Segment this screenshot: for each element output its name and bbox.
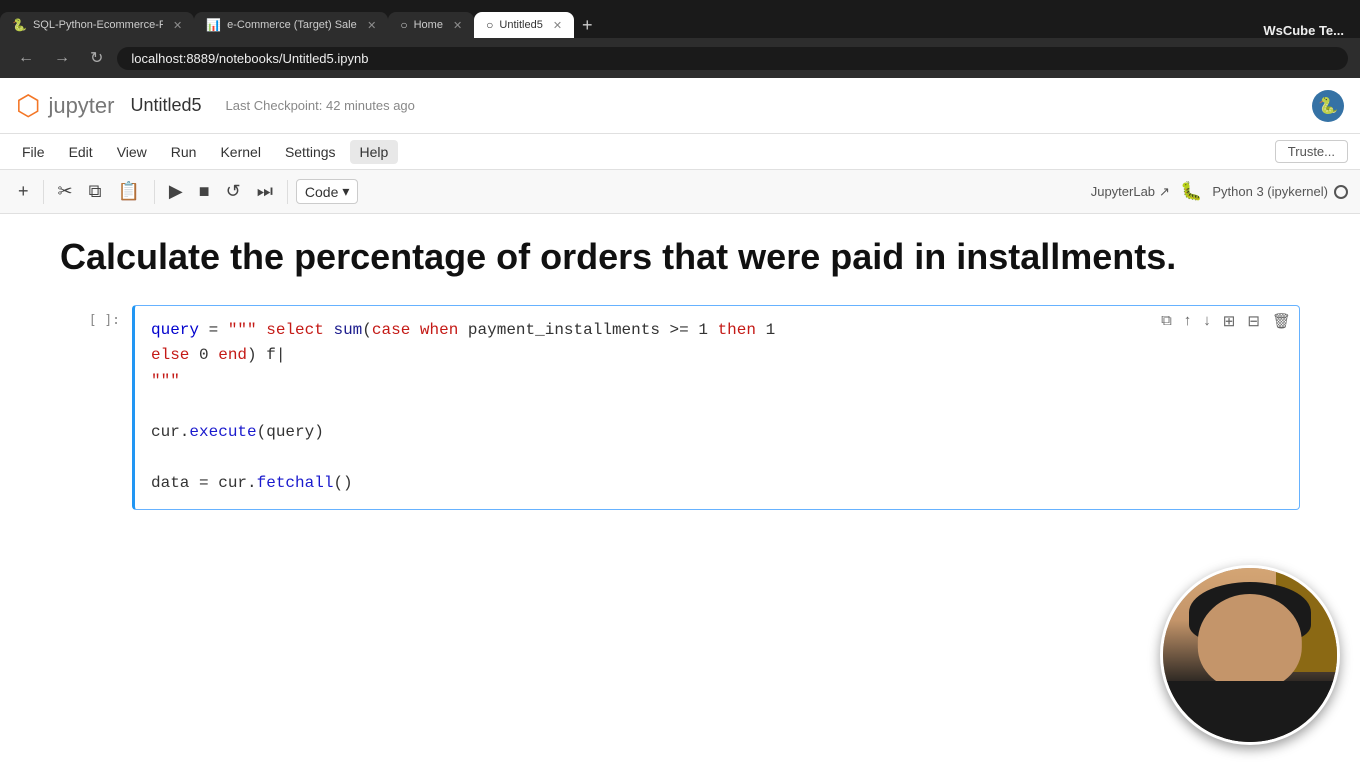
refresh-button[interactable]: ↻ [84, 46, 109, 70]
menu-settings[interactable]: Settings [275, 140, 346, 164]
code-area[interactable]: query = """ select sum(case when payment… [135, 306, 1299, 509]
jupyterlab-label: JupyterLab [1091, 184, 1155, 199]
menu-help[interactable]: Help [350, 140, 399, 164]
heading-text: Calculate the percentage of orders that … [60, 234, 1300, 281]
run-button[interactable]: ▶ [163, 177, 189, 206]
notebook-content: Calculate the percentage of orders that … [0, 214, 1360, 765]
kernel-label: Python 3 (ipykernel) [1212, 184, 1328, 199]
jupyter-logo-text: jupyter [48, 93, 114, 119]
copy-button[interactable]: ⧉ [83, 177, 108, 206]
browser-chrome: 🐍 SQL-Python-Ecommerce-Proj... ✕ 📊 e-Com… [0, 0, 1360, 78]
external-link-icon: ↗ [1159, 184, 1170, 200]
tab-close-2[interactable]: ✕ [367, 19, 376, 32]
tab-label-2: e-Commerce (Target) Sales Dat... [227, 19, 357, 31]
tab-favicon-1: 🐍 [12, 18, 27, 32]
python-badge: 🐍 [1312, 90, 1344, 122]
cell-merge-button[interactable]: ⊟ [1243, 310, 1264, 332]
cell-up-button[interactable]: ↑ [1180, 310, 1196, 332]
tab-close-3[interactable]: ✕ [453, 19, 462, 32]
cell-body[interactable]: ⧉ ↑ ↓ ⊞ ⊟ 🗑 query = """ select sum(case … [132, 305, 1300, 510]
stop-button[interactable]: ■ [193, 177, 216, 206]
cell-type-chevron: ▾ [342, 183, 349, 200]
trusted-button[interactable]: Truste... [1275, 140, 1348, 163]
address-input[interactable] [117, 47, 1348, 70]
tab-sql-python[interactable]: 🐍 SQL-Python-Ecommerce-Proj... ✕ [0, 12, 194, 38]
cut-button[interactable]: ✂ [52, 177, 79, 206]
cell-delete-button[interactable]: 🗑 [1268, 310, 1295, 332]
tab-favicon-2: 📊 [206, 18, 221, 32]
kernel-status-circle [1334, 185, 1348, 199]
restart-run-button[interactable]: ⏭ [251, 177, 279, 206]
tab-bar: 🐍 SQL-Python-Ecommerce-Proj... ✕ 📊 e-Com… [0, 0, 1360, 38]
jupyter-header: ⬡ jupyter Untitled5 Last Checkpoint: 42 … [0, 78, 1360, 134]
cell-toolbar: ⧉ ↑ ↓ ⊞ ⊟ 🗑 [1157, 310, 1295, 332]
tab-ecommerce[interactable]: 📊 e-Commerce (Target) Sales Dat... ✕ [194, 12, 388, 38]
tab-label-3: Home [414, 19, 443, 31]
toolbar: + ✂ ⧉ 📋 ▶ ■ ↺ ⏭ Code ▾ JupyterLab ↗ 🐛 Py… [0, 170, 1360, 214]
tab-close-1[interactable]: ✕ [173, 19, 182, 32]
menu-run[interactable]: Run [161, 140, 207, 164]
webcam-face [1198, 594, 1302, 690]
menu-view[interactable]: View [107, 140, 157, 164]
heading-cell: Calculate the percentage of orders that … [60, 234, 1300, 281]
bug-button[interactable]: 🐛 [1174, 177, 1208, 206]
tab-untitled5[interactable]: ○ Untitled5 ✕ [474, 12, 574, 38]
tab-label-4: Untitled5 [499, 19, 542, 31]
code-cell[interactable]: [ ]: ⧉ ↑ ↓ ⊞ ⊟ 🗑 query = """ select sum(… [60, 305, 1300, 510]
toolbar-separator-1 [43, 180, 44, 204]
tab-home[interactable]: ○ Home ✕ [388, 12, 474, 38]
add-cell-button[interactable]: + [12, 177, 35, 206]
menu-file[interactable]: File [12, 140, 55, 164]
address-bar: ← → ↻ [0, 38, 1360, 78]
jupyter-container: ⬡ jupyter Untitled5 Last Checkpoint: 42 … [0, 78, 1360, 765]
wscube-logo: WsCube Te... [1263, 23, 1360, 38]
cell-prompt: [ ]: [60, 305, 120, 510]
kernel-info: Python 3 (ipykernel) [1212, 184, 1348, 199]
cell-add-below-button[interactable]: ⊞ [1219, 310, 1240, 332]
tab-label-1: SQL-Python-Ecommerce-Proj... [33, 19, 163, 31]
cell-type-dropdown[interactable]: Code ▾ [296, 179, 359, 204]
webcam-body [1163, 681, 1337, 742]
tab-close-4[interactable]: ✕ [553, 19, 562, 32]
cell-down-button[interactable]: ↓ [1199, 310, 1215, 332]
menu-bar: File Edit View Run Kernel Settings Help … [0, 134, 1360, 170]
jupyterlab-button[interactable]: JupyterLab ↗ [1091, 184, 1170, 200]
toolbar-separator-3 [287, 180, 288, 204]
tab-favicon-3: ○ [400, 18, 407, 32]
back-button[interactable]: ← [12, 47, 40, 69]
paste-button[interactable]: 📋 [111, 177, 145, 206]
menu-kernel[interactable]: Kernel [210, 140, 270, 164]
webcam-overlay [1160, 565, 1340, 745]
jupyter-logo-icon: ⬡ [16, 89, 40, 122]
checkpoint-status: Last Checkpoint: 42 minutes ago [226, 98, 415, 113]
toolbar-separator-2 [154, 180, 155, 204]
cell-type-label: Code [305, 184, 338, 200]
restart-button[interactable]: ↺ [220, 177, 247, 206]
forward-button[interactable]: → [48, 47, 76, 69]
tab-favicon-4: ○ [486, 18, 493, 32]
menu-edit[interactable]: Edit [59, 140, 103, 164]
webcam-person [1163, 568, 1337, 742]
jupyter-logo: ⬡ jupyter [16, 89, 115, 122]
notebook-title[interactable]: Untitled5 [131, 95, 202, 116]
new-tab-button[interactable]: + [574, 15, 601, 36]
cell-copy-button[interactable]: ⧉ [1157, 310, 1176, 332]
